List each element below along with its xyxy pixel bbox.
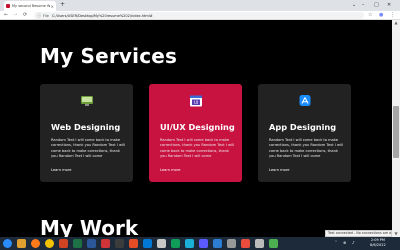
vscode-icon[interactable] bbox=[213, 239, 222, 248]
address-url[interactable]: C:/Users/USER/Desktop/My%20resume%202/in… bbox=[52, 14, 153, 18]
taskbar-clock[interactable]: 2:09 PM 8/6/2022 bbox=[370, 238, 386, 248]
media-icon[interactable] bbox=[241, 239, 250, 248]
store-icon[interactable] bbox=[269, 239, 278, 248]
new-tab-button[interactable]: + bbox=[60, 1, 65, 8]
card-description: Random Text I will come back to make cor… bbox=[269, 138, 343, 158]
scroll-up-arrow-icon[interactable]: ▲ bbox=[392, 20, 400, 26]
adobe-icon[interactable] bbox=[101, 239, 110, 248]
learn-more-link[interactable]: Learn more bbox=[160, 168, 181, 172]
volume-icon[interactable]: ♪ bbox=[352, 240, 355, 245]
maximize-button[interactable]: □ bbox=[374, 0, 379, 11]
browser-toolbar: ← → ⟳ ⓘ File C:/Users/USER/Desktop/My%20… bbox=[0, 11, 400, 20]
app-icon[interactable] bbox=[115, 239, 124, 248]
teams-icon[interactable] bbox=[199, 239, 208, 248]
profile-icon[interactable]: ● bbox=[379, 11, 383, 20]
learn-more-link[interactable]: Learn more bbox=[269, 168, 290, 172]
network-icon[interactable]: ⊕ bbox=[343, 240, 346, 245]
tab-title: My second Resume Web bbox=[12, 4, 50, 8]
address-scheme-label: File bbox=[43, 13, 49, 18]
word-icon[interactable] bbox=[87, 239, 96, 248]
reload-button[interactable]: ⟳ bbox=[23, 11, 27, 20]
svg-text:UI: UI bbox=[193, 100, 197, 105]
start-button-icon[interactable] bbox=[3, 239, 12, 248]
edge-icon[interactable] bbox=[185, 239, 194, 248]
card-title: App Designing bbox=[269, 122, 337, 132]
close-window-button[interactable]: ✕ bbox=[387, 0, 391, 11]
chrome-icon[interactable] bbox=[45, 239, 54, 248]
windows-taskbar: ˄ ⊕ ♪ 2:09 PM 8/6/2022 bbox=[0, 237, 400, 250]
app-store-icon bbox=[299, 95, 310, 106]
clock-date: 8/6/2022 bbox=[370, 243, 386, 247]
maps-icon[interactable] bbox=[171, 239, 180, 248]
photos-icon[interactable] bbox=[227, 239, 236, 248]
browser-app-icon[interactable] bbox=[129, 239, 138, 248]
ui-window-icon: UI bbox=[189, 95, 202, 107]
monitor-icon bbox=[80, 96, 93, 106]
browser-menu-icon[interactable]: ⋮ bbox=[390, 11, 395, 20]
card-title: UI/UX Designing bbox=[160, 122, 235, 132]
powerpoint-icon[interactable] bbox=[59, 239, 68, 248]
tray-chevron-icon[interactable]: ˄ bbox=[335, 240, 337, 245]
notepad-icon[interactable] bbox=[255, 239, 264, 248]
browser-tab-bar: My second Resume Web × + ⌄ – □ ✕ bbox=[0, 0, 400, 11]
service-card-web[interactable]: Web Designing Random Text I will come ba… bbox=[40, 84, 133, 182]
service-card-uiux[interactable]: UI UI/UX Designing Random Text I will co… bbox=[149, 84, 242, 182]
back-button[interactable]: ← bbox=[4, 11, 8, 20]
page-scrollbar[interactable]: ▲ ▼ bbox=[392, 20, 400, 237]
forward-button[interactable]: → bbox=[13, 11, 17, 20]
favicon-icon bbox=[6, 4, 10, 8]
browser-tab[interactable]: My second Resume Web × bbox=[4, 1, 56, 11]
file-explorer-icon[interactable] bbox=[17, 239, 26, 248]
firefox-icon[interactable] bbox=[31, 239, 40, 248]
network-status-tooltip: Text connected - No connections are avai… bbox=[325, 230, 392, 237]
tab-search-icon[interactable]: ⌄ bbox=[352, 0, 356, 11]
minimize-button[interactable]: – bbox=[362, 0, 365, 11]
learn-more-link[interactable]: Learn more bbox=[51, 168, 72, 172]
card-title: Web Designing bbox=[51, 122, 121, 132]
services-heading: My Services bbox=[40, 44, 178, 68]
mail-icon[interactable] bbox=[143, 239, 152, 248]
scroll-thumb[interactable] bbox=[393, 106, 399, 158]
card-description: Random Text I will come back to make cor… bbox=[160, 138, 234, 158]
info-icon[interactable]: ⓘ bbox=[37, 13, 41, 19]
settings-icon[interactable] bbox=[157, 239, 166, 248]
card-description: Random Text I will come back to make cor… bbox=[51, 138, 125, 158]
address-bar[interactable]: ⓘ File C:/Users/USER/Desktop/My%20resume… bbox=[34, 12, 364, 19]
work-heading: My Work bbox=[40, 216, 139, 237]
excel-icon[interactable] bbox=[73, 239, 82, 248]
page-content: My Services Web Designing Random Text I … bbox=[0, 20, 392, 237]
service-card-app[interactable]: App Designing Random Text I will come ba… bbox=[258, 84, 351, 182]
tab-close-icon[interactable]: × bbox=[51, 4, 54, 9]
bookmark-star-icon[interactable]: ☆ bbox=[368, 11, 372, 20]
